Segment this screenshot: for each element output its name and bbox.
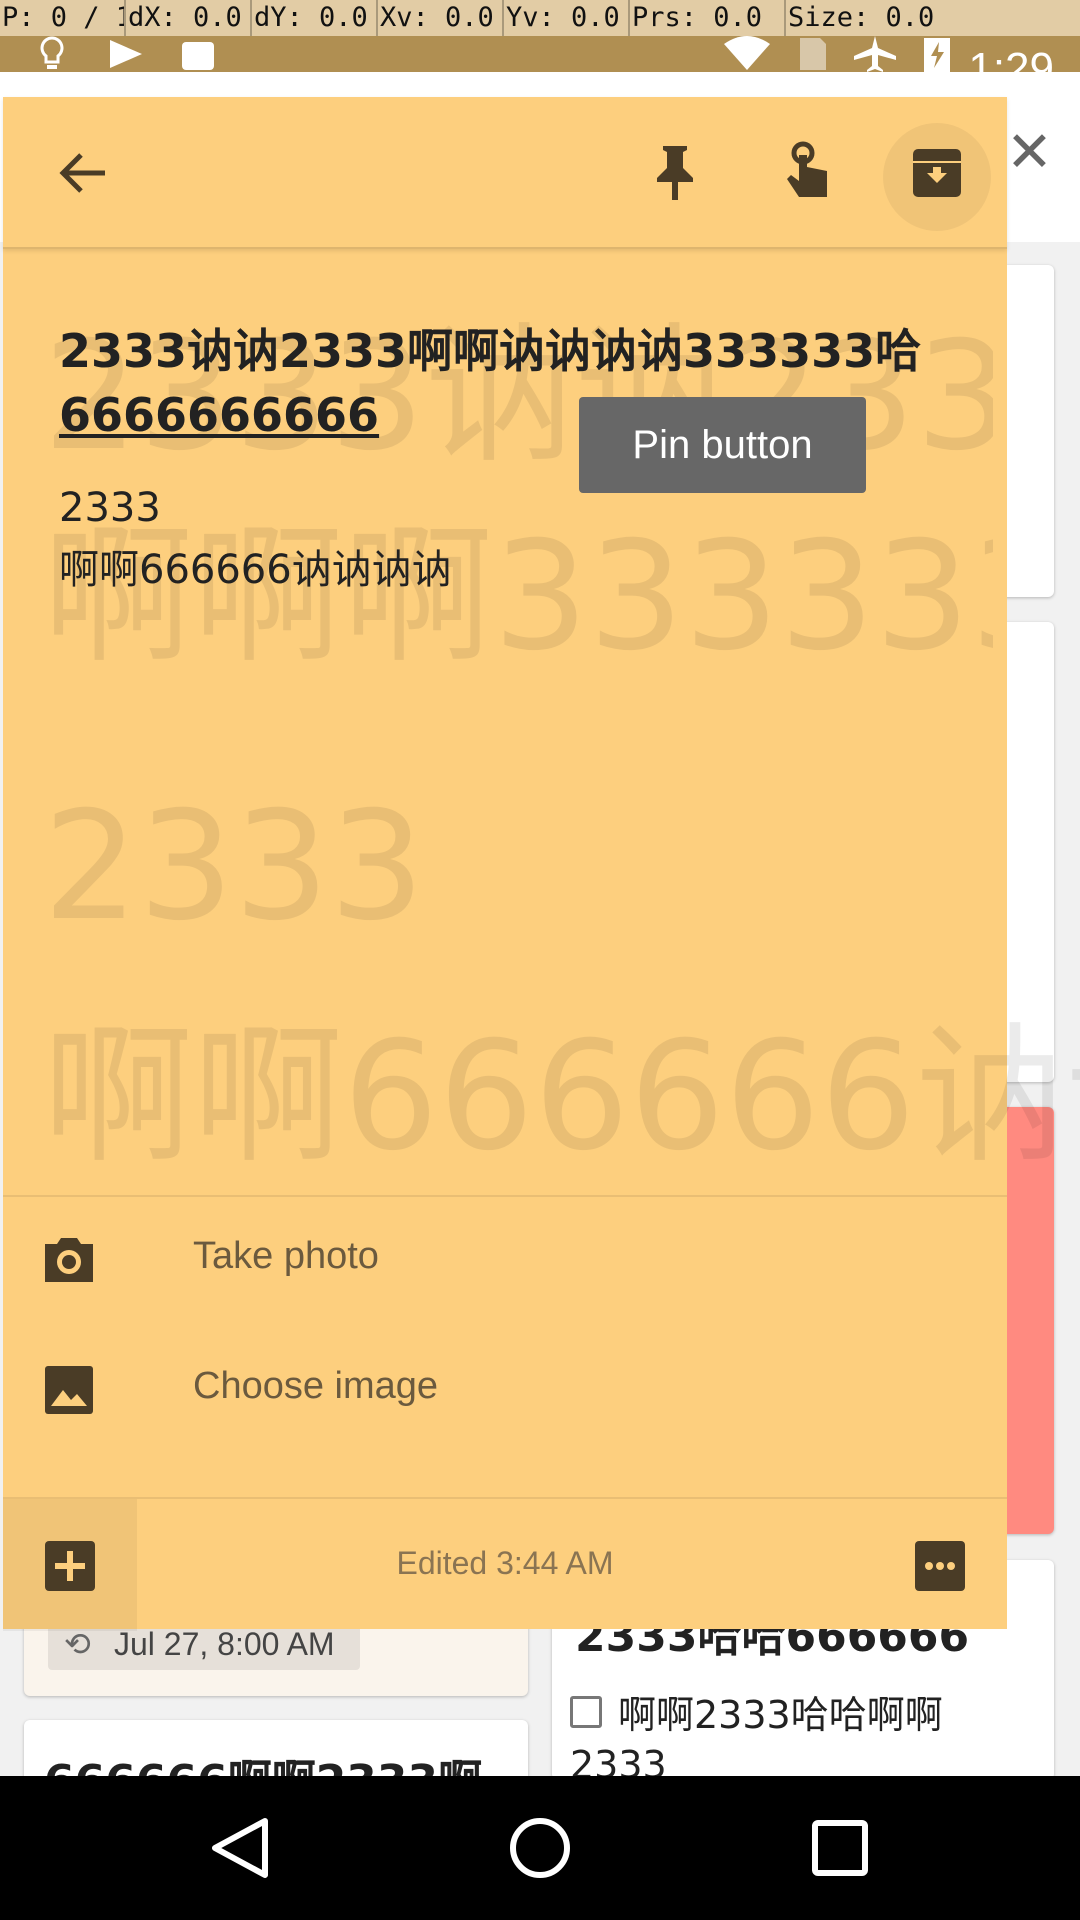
pointer-count: P: 0 / 1 [2, 2, 124, 33]
checklist-item-text: 啊啊2333哈哈啊啊2333 [570, 1693, 943, 1787]
reminder-text: Jul 27, 8:00 AM [114, 1626, 335, 1662]
back-button[interactable] [35, 125, 131, 221]
circle-home-icon [510, 1818, 570, 1878]
archive-button[interactable] [889, 125, 985, 221]
battery-charging-icon [922, 36, 952, 72]
bulb-icon [36, 36, 68, 72]
note-body[interactable]: 2333 啊啊666666讷讷讷讷 [59, 477, 959, 601]
pointer-yv: Yv: 0.0 [502, 0, 628, 36]
wifi-icon [722, 36, 772, 72]
watermark-line: 啊啊666666讷讷 [43, 1010, 1080, 1184]
more-horizontal-icon [915, 1541, 965, 1591]
pointer-dx: dX: 0.0 [124, 0, 250, 36]
status-icons: 1:29 [0, 36, 1080, 93]
pointer-dy: dY: 0.0 [250, 0, 376, 36]
choose-image-label: Choose image [193, 1365, 439, 1407]
reminder-button[interactable] [759, 125, 855, 221]
back-arrow-icon [59, 153, 105, 193]
nav-home-button[interactable] [492, 1800, 588, 1896]
note-body-line: 啊啊666666讷讷讷讷 [59, 547, 452, 593]
image-icon [45, 1366, 93, 1414]
note-title-text: 2333讷讷2333啊啊讷讷讷讷333333哈 [59, 324, 922, 378]
background-note-card-red[interactable] [1000, 1107, 1054, 1534]
nav-recents-button[interactable] [792, 1800, 888, 1896]
choose-image-item[interactable]: Choose image [3, 1327, 1007, 1457]
pointer-xv: Xv: 0.0 [376, 0, 502, 36]
pin-icon [657, 146, 693, 200]
pin-button-tooltip: Pin button [579, 397, 866, 493]
pointer-location-overlay: P: 0 / 1 dX: 0.0 dY: 0.0 Xv: 0.0 Yv: 0.0… [0, 0, 1080, 36]
pointer-size: Size: 0.0 [784, 0, 1080, 36]
pointer-pressure: Prs: 0.0 [628, 0, 784, 36]
edited-timestamp: Edited 3:44 AM [396, 1545, 614, 1581]
pin-button[interactable] [627, 125, 723, 221]
background-note-card[interactable] [1000, 265, 1054, 597]
note-title-link[interactable]: 6666666666 [59, 388, 379, 442]
take-photo-label: Take photo [193, 1235, 379, 1277]
take-photo-item[interactable]: Take photo [3, 1197, 1007, 1327]
watermark-line: 2333 [43, 780, 425, 954]
navigation-bar [0, 1776, 1080, 1920]
nav-back-button[interactable] [192, 1800, 288, 1896]
checklist-item: 啊啊2333哈哈啊啊2333 [570, 1690, 1010, 1790]
camera-icon [45, 1238, 93, 1282]
close-icon[interactable]: ✕ [1006, 125, 1053, 181]
editor-toolbar [3, 97, 1007, 249]
no-sim-icon [792, 36, 832, 72]
triangle-back-icon [212, 1818, 268, 1878]
android-icon [178, 36, 218, 72]
reminder-finger-icon [787, 141, 827, 197]
more-options-button[interactable] [915, 1541, 965, 1591]
airplane-mode-icon [852, 36, 898, 72]
play-store-icon [106, 36, 146, 72]
archive-icon [913, 149, 961, 197]
editor-footer: Edited 3:44 AM [3, 1497, 1007, 1631]
status-bar: P: 0 / 1 dX: 0.0 dY: 0.0 Xv: 0.0 Yv: 0.0… [0, 0, 1080, 93]
note-editor: 2333讷讷2333啊 啊啊啊333333哈6… 2333 啊啊666666讷讷… [3, 97, 1080, 1631]
square-recents-icon [812, 1820, 868, 1876]
background-note-card[interactable] [1000, 622, 1054, 1082]
